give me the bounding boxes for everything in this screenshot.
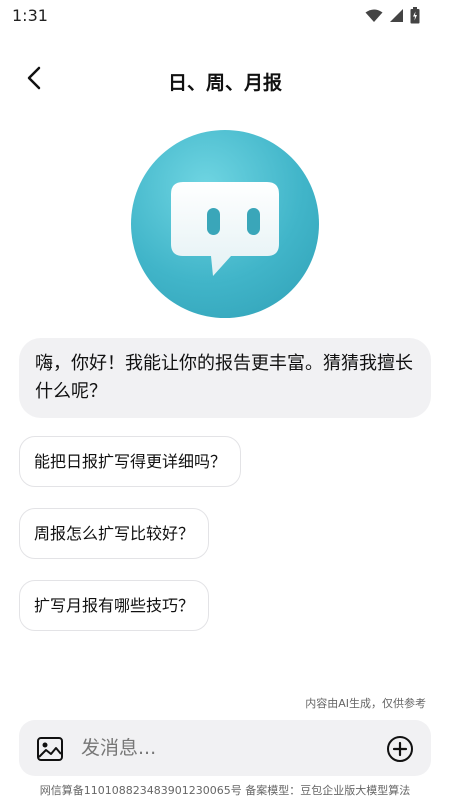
image-upload-button[interactable] xyxy=(35,734,65,764)
chat-bubble-bot-icon xyxy=(131,182,319,322)
message-input-bar xyxy=(19,720,431,776)
suggestion-monthly-report[interactable]: 扩写月报有哪些技巧？ xyxy=(19,580,210,631)
header: 日、周、月报 xyxy=(0,58,450,102)
ai-disclaimer: 内容由AI生成，仅供参考 xyxy=(305,697,426,710)
regulatory-footer: 网信算备110108823483901230065号 备案模型：豆包企业版大模型… xyxy=(39,784,411,797)
plus-circle-icon xyxy=(385,736,415,768)
signal-icon xyxy=(389,8,404,27)
suggestion-daily-report[interactable]: 能把日报扩写得更详细吗？ xyxy=(19,436,242,487)
image-icon xyxy=(35,737,65,768)
status-icons xyxy=(365,7,420,28)
bot-greeting-message: 嗨，你好！我能让你的报告更丰富。猜猜我擅长什么呢？ xyxy=(19,338,431,418)
status-time: 1:31 xyxy=(12,6,48,25)
status-bar: 1:31 xyxy=(0,0,450,32)
battery-icon xyxy=(410,7,420,28)
message-input[interactable] xyxy=(81,732,361,764)
more-actions-button[interactable] xyxy=(385,734,415,764)
page-title: 日、周、月报 xyxy=(167,72,282,94)
suggestion-weekly-report[interactable]: 周报怎么扩写比较好？ xyxy=(19,508,210,559)
wifi-icon xyxy=(365,8,383,27)
bot-avatar xyxy=(131,130,319,318)
